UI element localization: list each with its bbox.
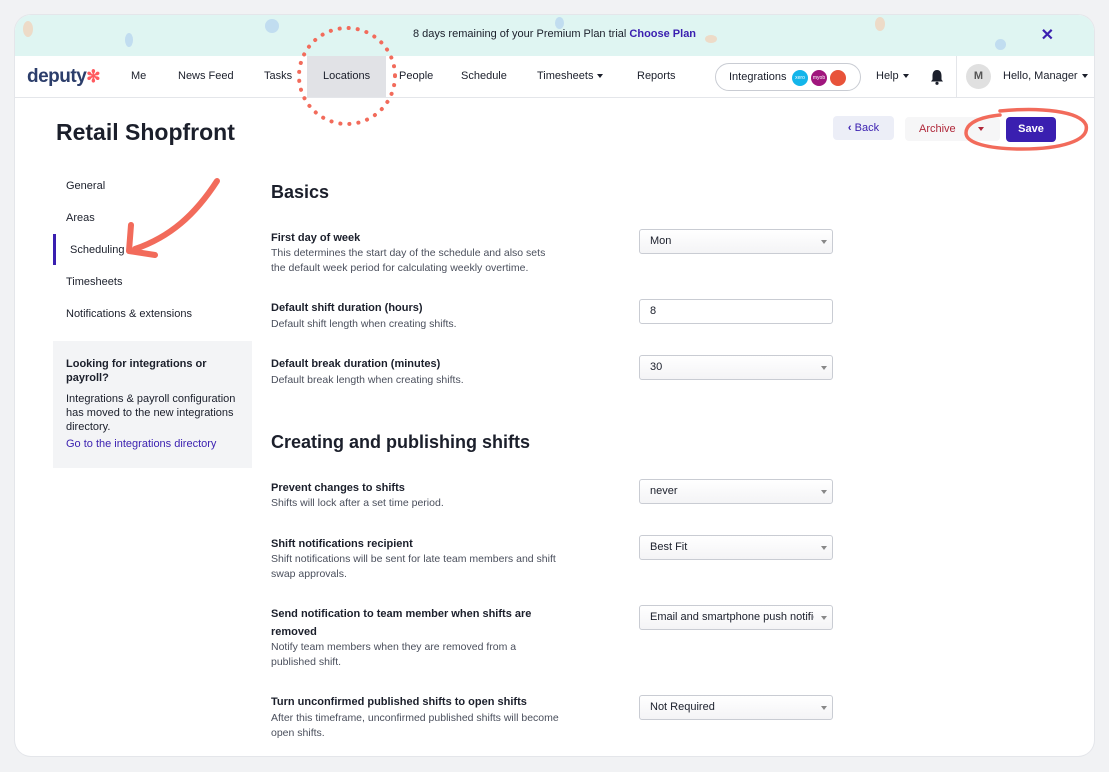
chevron-down-icon [821,546,827,550]
nav-help-label: Help [876,70,899,82]
trial-text: 8 days remaining of your Premium Plan tr… [412,28,627,40]
nav-schedule[interactable]: Schedule [461,56,507,97]
archive-dropdown-icon[interactable] [978,127,984,131]
chevron-down-icon [821,366,827,370]
trial-message: 8 days remaining of your Premium Plan tr… [15,28,1094,40]
chevron-down-icon [821,616,827,620]
nav-locations[interactable]: Locations [307,56,387,97]
chevron-down-icon [821,240,827,244]
notif-recipient-select[interactable]: Best Fit [639,535,833,560]
avatar[interactable]: M [966,64,991,89]
back-label: Back [854,122,880,134]
integration-flame-icon [830,70,846,86]
unconfirmed-select[interactable]: Not Required [639,695,833,720]
info-box-heading: Looking for integrations or payroll? [66,358,207,384]
sidebar-active-indicator [53,234,56,265]
nav-news-feed[interactable]: News Feed [178,56,234,97]
user-greeting: Hello, Manager [1003,70,1078,82]
notif-recipient-desc: Shift notifications will be sent for lat… [271,553,556,580]
notif-removed-desc: Notify team members when they are remove… [271,641,517,668]
xero-icon: xero [792,70,808,86]
break-duration-value: 30 [650,361,663,373]
sidebar-item-scheduling[interactable]: Scheduling [70,244,124,256]
sidebar-item-timesheets[interactable]: Timesheets [66,276,122,288]
archive-label: Archive [919,123,956,135]
prevent-changes-value: never [650,485,678,497]
integrations-label: Integrations [729,71,787,83]
chevron-left-icon: ‹ [847,122,852,134]
notif-removed-value: Email and smartphone push notifications [650,611,814,623]
shift-duration-label: Default shift duration (hours) [271,302,423,314]
top-nav: deputy✻ Me News Feed Tasks Locations Peo… [15,56,1094,98]
bell-icon[interactable] [928,68,946,86]
app-window: 8 days remaining of your Premium Plan tr… [15,15,1094,756]
chevron-down-icon [821,706,827,710]
nav-timesheets[interactable]: Timesheets [537,56,604,97]
prevent-changes-desc: Shifts will lock after a set time period… [271,497,444,509]
notif-recipient-value: Best Fit [650,541,688,553]
first-day-label: First day of week [271,232,361,244]
divider [956,56,957,97]
first-day-select[interactable]: Mon [639,229,833,254]
first-day-value: Mon [650,235,672,247]
sidebar-item-notifications[interactable]: Notifications & extensions [66,308,192,320]
unconfirmed-label: Turn unconfirmed published shifts to ope… [271,696,527,708]
chevron-down-icon [821,490,827,494]
unconfirmed-value: Not Required [650,701,715,713]
page-title: Retail Shopfront [56,119,235,145]
decor-shape [995,39,1006,50]
shift-duration-desc: Default shift length when creating shift… [271,318,457,330]
integrations-button[interactable]: Integrations xero myob [715,63,861,91]
nav-help[interactable]: Help [876,56,909,97]
archive-button[interactable]: Archive [905,117,1000,141]
chevron-down-icon [1081,74,1088,79]
unconfirmed-desc: After this timeframe, unconfirmed publis… [271,712,559,739]
prevent-changes-select[interactable]: never [639,479,833,504]
nav-timesheets-label: Timesheets [537,70,594,82]
arrow-annotation [126,178,220,258]
first-day-desc: This determines the start day of the sch… [271,247,546,274]
close-banner-button[interactable]: ✕ [1041,25,1054,45]
logo-text: deputy [27,66,87,87]
choose-plan-link[interactable]: Choose Plan [629,28,696,40]
user-menu[interactable]: Hello, Manager [1003,56,1088,97]
nav-tasks[interactable]: Tasks [264,56,292,97]
nav-reports[interactable]: Reports [637,56,676,97]
prevent-changes-label: Prevent changes to shifts [271,482,405,494]
notif-recipient-label: Shift notifications recipient [271,538,413,550]
sidebar-item-areas[interactable]: Areas [66,212,95,224]
chevron-down-icon [597,74,604,79]
logo-star-icon: ✻ [86,67,101,86]
integrations-directory-link[interactable]: Go to the integrations directory [66,438,239,450]
save-button[interactable]: Save [1006,117,1056,142]
integrations-info-box: Looking for integrations or payroll? Int… [53,341,252,468]
notif-removed-select[interactable]: Email and smartphone push notifications [639,605,833,630]
deputy-logo[interactable]: deputy✻ [27,66,101,88]
section-title-basics: Basics [271,182,330,202]
shift-duration-input[interactable]: 8 [639,299,833,324]
break-duration-select[interactable]: 30 [639,355,833,380]
break-duration-label: Default break duration (minutes) [271,358,441,370]
nav-me[interactable]: Me [131,56,146,97]
break-duration-desc: Default break length when creating shift… [271,374,464,386]
info-box-text: Integrations & payroll configuration has… [66,393,236,433]
trial-banner: 8 days remaining of your Premium Plan tr… [15,15,1094,56]
nav-people[interactable]: People [399,56,433,97]
notif-removed-label: Send notification to team member when sh… [271,608,532,638]
chevron-down-icon [902,74,909,79]
back-button[interactable]: ‹ Back [833,116,894,140]
myob-icon: myob [811,70,827,86]
section-title-publishing: Creating and publishing shifts [271,432,531,452]
sidebar-item-general[interactable]: General [66,180,105,192]
